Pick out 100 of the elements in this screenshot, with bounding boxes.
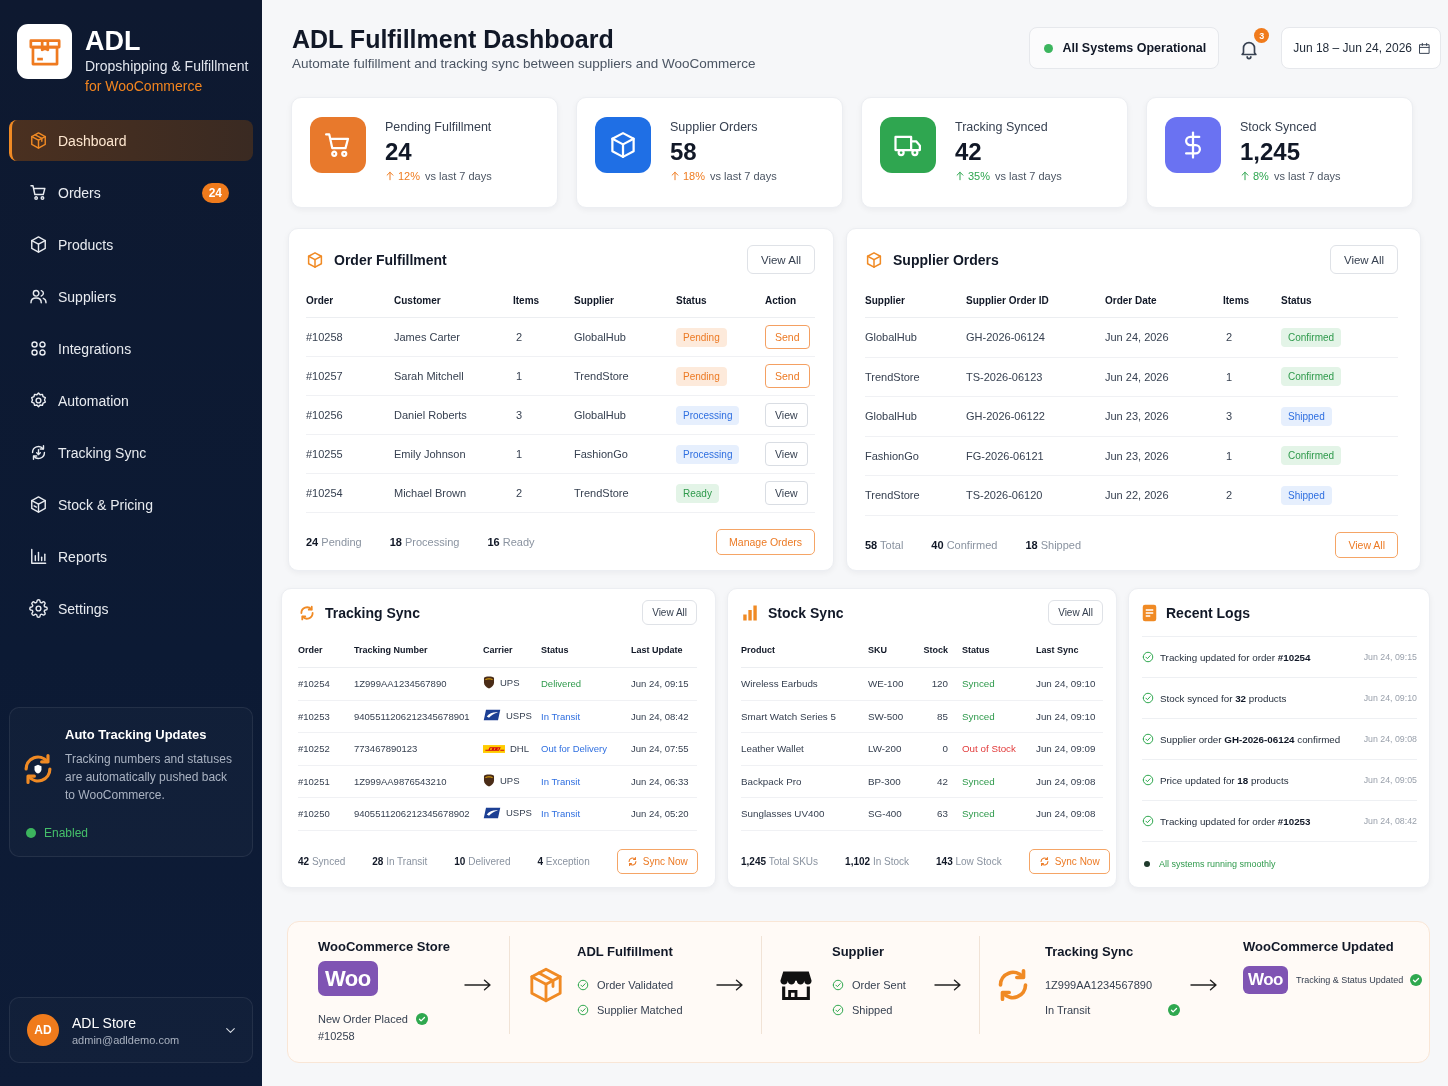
card-title: Auto Tracking Updates xyxy=(65,726,208,744)
carrier-name: UPS xyxy=(500,677,520,689)
table-cell: SG-400 xyxy=(868,797,922,830)
nav-item[interactable]: Suppliers xyxy=(9,276,253,317)
nav-item[interactable]: Reports xyxy=(9,536,253,577)
store-logo: Woo xyxy=(1243,966,1288,994)
bar-chart-icon xyxy=(741,603,759,622)
view-all-button[interactable]: View All xyxy=(1048,600,1103,625)
carrier-name: USPS xyxy=(506,807,532,819)
table-cell: Wireless Earbuds xyxy=(741,667,868,700)
action-button[interactable]: View xyxy=(765,403,808,427)
table-cell: Out for Delivery xyxy=(541,732,631,765)
carrier-logo-icon xyxy=(483,676,495,690)
action-button[interactable]: View xyxy=(765,481,808,505)
summary-stat: 58 Total xyxy=(865,538,904,551)
table-cell: Jun 23, 2026 xyxy=(1105,396,1223,436)
table-cell: In Transit xyxy=(541,700,631,733)
page-subtitle: Automate fulfillment and tracking sync between suppliers and WooCommerce xyxy=(292,55,756,73)
step-title: ADL Fulfillment xyxy=(577,944,674,960)
arrow-right-icon xyxy=(934,979,962,991)
status-badge: Confirmed xyxy=(1281,446,1342,466)
status-badge: Ready xyxy=(676,483,719,503)
log-message: Supplier order GH-2026-06124 confirmed xyxy=(1160,733,1341,745)
summary-stat: 1,102 In Stock xyxy=(845,856,910,867)
view-all-button[interactable]: View All xyxy=(746,245,815,274)
stat-value: 1,245 xyxy=(1240,138,1302,166)
summary-stat: 24 Pending xyxy=(306,536,362,548)
table-cell: #10254 xyxy=(306,473,394,513)
status-badge: Processing xyxy=(676,444,740,464)
table-cell: In Transit xyxy=(541,797,631,830)
table-cell: GlobalHub xyxy=(574,317,676,357)
circles-grid-icon xyxy=(29,339,48,358)
column-header: Supplier xyxy=(865,283,966,318)
status-badge: Pending xyxy=(676,366,727,386)
nav-item[interactable]: Products xyxy=(9,224,253,265)
nav-item[interactable]: Automation xyxy=(9,380,253,421)
users-icon xyxy=(29,287,48,306)
notification-badge: 3 xyxy=(1254,28,1270,43)
step-detail: Order Sent xyxy=(852,978,906,993)
arrow-up-icon xyxy=(1240,171,1250,181)
nav-item[interactable]: Dashboard xyxy=(9,120,253,161)
column-header: Carrier xyxy=(483,633,541,668)
table-cell: 85 xyxy=(922,700,962,733)
column-header: Stock xyxy=(922,633,962,668)
nav-item[interactable]: Tracking Sync xyxy=(9,432,253,473)
nav-item[interactable]: Stock & Pricing xyxy=(9,484,253,525)
status-label: Enabled xyxy=(44,826,89,840)
summary-stat: 18 Shipped xyxy=(1025,538,1082,551)
carrier-logo-icon xyxy=(483,744,505,753)
table-cell: Synced xyxy=(962,797,1036,830)
log-time: Jun 24, 09:05 xyxy=(1363,775,1417,785)
table-cell: Jun 24, 09:10 xyxy=(1036,700,1103,733)
summary-stat: 18 Processing xyxy=(389,536,460,548)
column-header: Last Update xyxy=(631,633,697,668)
summary-stat: 4 Exception xyxy=(537,856,590,867)
status-badge: Shipped xyxy=(1281,406,1332,426)
stat-value: 58 xyxy=(670,138,698,166)
status-badge: Confirmed xyxy=(1281,367,1342,387)
step-detail: 1Z999AA1234567890 xyxy=(1045,978,1153,993)
column-header: Items xyxy=(1223,283,1281,318)
table-cell: Jun 24, 2026 xyxy=(1105,317,1223,357)
table-cell: 120 xyxy=(922,667,962,700)
column-header: Order Date xyxy=(1105,283,1223,318)
carrier-logo-icon xyxy=(483,709,501,722)
stat-value: 24 xyxy=(385,138,413,166)
log-message: Price updated for 18 products xyxy=(1160,774,1289,786)
table-cell: Jun 23, 2026 xyxy=(1105,436,1223,476)
table-cell: #10253 xyxy=(298,700,354,733)
action-button[interactable]: View xyxy=(765,442,808,466)
log-message: Tracking updated for order #10253 xyxy=(1160,815,1311,827)
table-cell: Jun 22, 2026 xyxy=(1105,475,1223,515)
table-cell: Emily Johnson xyxy=(394,434,513,474)
table-cell: 3 xyxy=(513,395,574,435)
column-header: SKU xyxy=(868,633,922,668)
view-all-button[interactable]: View All xyxy=(1329,245,1398,274)
nav-item[interactable]: Integrations xyxy=(9,328,253,369)
stat-change: 18% xyxy=(683,169,706,183)
column-header: Order xyxy=(298,633,354,668)
status-badge: Shipped xyxy=(1281,485,1332,505)
arrow-up-icon xyxy=(955,171,965,181)
log-message: Tracking updated for order #10254 xyxy=(1160,651,1311,663)
nav-item[interactable]: Settings xyxy=(9,588,253,629)
nav-item[interactable]: Orders 24 xyxy=(9,172,253,213)
carrier-name: UPS xyxy=(500,774,520,786)
panel-title: Stock Sync xyxy=(768,604,844,621)
check-circle-icon xyxy=(1142,692,1154,704)
carrier-name: USPS xyxy=(506,709,532,721)
table-cell: TrendStore xyxy=(574,473,676,513)
step-title: Tracking Sync xyxy=(1045,944,1135,960)
date-range-button[interactable]: Jun 18 – Jun 24, 2026 xyxy=(1281,27,1441,69)
table-cell: Jun 24, 09:08 xyxy=(1036,797,1103,830)
summary-stat: 143 Low Stock xyxy=(936,856,1002,867)
view-all-button[interactable]: View All xyxy=(642,600,697,625)
table-cell: 1 xyxy=(513,434,574,474)
step-detail: Shipped xyxy=(852,1003,893,1018)
table-cell: #10252 xyxy=(298,732,354,765)
carrier-name: DHL xyxy=(510,743,529,754)
table-cell: GlobalHub xyxy=(574,395,676,435)
account-menu[interactable]: AD ADL Store admin@adldemo.com xyxy=(9,997,253,1063)
table-cell: 1Z999AA9876543210 xyxy=(354,765,483,798)
